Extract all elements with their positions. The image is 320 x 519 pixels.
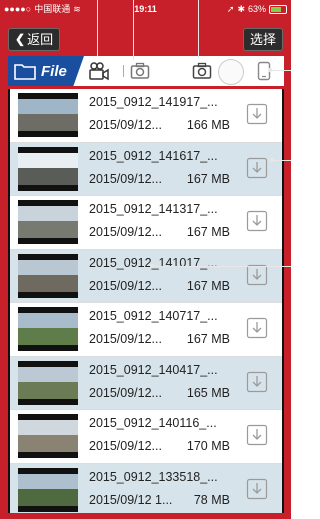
- file-size: 167 MB: [186, 225, 230, 239]
- callout-line: [97, 0, 98, 56]
- download-icon[interactable]: [246, 317, 268, 339]
- file-name: 2015_0912_140116_...: [89, 416, 217, 430]
- file-size: 170 MB: [186, 439, 230, 453]
- download-icon[interactable]: [246, 103, 268, 125]
- video-thumbnail[interactable]: [18, 253, 78, 298]
- callout-line: [152, 266, 291, 267]
- file-size: 166 MB: [186, 118, 230, 132]
- file-name: 2015_0912_140417_...: [89, 362, 218, 377]
- file-date: 2015/09/12...: [89, 278, 162, 293]
- file-size: 165 MB: [186, 385, 230, 400]
- download-icon[interactable]: [246, 478, 268, 500]
- file-size: 78 MB: [193, 492, 230, 507]
- callout-dot: [268, 68, 272, 72]
- callout-dot: [150, 264, 154, 268]
- list-item[interactable]: 2015_0912_141917_... 2015/09/12... 166 MB: [10, 89, 282, 143]
- file-date: 2015/09/12 1...: [89, 492, 173, 507]
- list-item[interactable]: 2015_0912_140116_... 2015/09/12... 170 MB: [10, 410, 282, 464]
- folder-icon: [14, 64, 36, 80]
- list-item[interactable]: 2015_0912_141317_... 2015/09/12... 167 MB: [10, 196, 282, 250]
- select-button[interactable]: 选择: [242, 28, 283, 51]
- video-thumbnail[interactable]: [18, 307, 78, 351]
- file-date: 2015/09/12...: [89, 171, 162, 186]
- file-date: 2015/09/12...: [89, 332, 162, 346]
- app-frame: ●●●●○ 中国联通 ≋ 19:11 ➚ ✱ 63% ❮ 返回 选择 File: [0, 0, 291, 519]
- download-icon[interactable]: [246, 371, 268, 393]
- camera-icon[interactable]: [130, 61, 150, 81]
- location-icon: ➚: [226, 4, 235, 14]
- callout-dot: [270, 158, 274, 162]
- list-item[interactable]: 2015_0912_140417_... 2015/09/12... 165 MB: [10, 356, 282, 410]
- list-item[interactable]: 2015_0912_141017_... 2015/09/12... 167 MB: [10, 249, 282, 303]
- file-name: 2015_0912_141917_...: [89, 95, 218, 109]
- file-name: 2015_0912_141317_...: [89, 202, 218, 216]
- file-name: 2015_0912_133518_...: [89, 469, 218, 484]
- file-date: 2015/09/12...: [89, 385, 162, 400]
- file-name: 2015_0912_141617_...: [89, 148, 218, 163]
- status-right: ➚ ✱ 63%: [227, 0, 287, 18]
- file-size: 167 MB: [186, 171, 230, 186]
- download-icon[interactable]: [246, 210, 268, 232]
- toolbar-divider: [123, 65, 124, 77]
- toggle-button[interactable]: [218, 59, 244, 85]
- list-item[interactable]: 2015_0912_141617_... 2015/09/12... 167 MB: [10, 142, 282, 196]
- list-item[interactable]: 2015_0912_133518_... 2015/09/12 1... 78 MB: [10, 463, 282, 513]
- bluetooth-icon: ✱: [237, 4, 245, 14]
- file-name: 2015_0912_140717_...: [89, 309, 218, 323]
- camera-icon[interactable]: [192, 61, 212, 81]
- back-button[interactable]: ❮ 返回: [8, 28, 61, 51]
- video-thumbnail[interactable]: [18, 200, 78, 244]
- callout-line: [133, 0, 134, 60]
- file-list[interactable]: 2015_0912_141917_... 2015/09/12... 166 MB 2…: [8, 89, 284, 513]
- video-thumbnail[interactable]: [18, 467, 78, 512]
- callout-line: [272, 160, 291, 161]
- callout-line: [198, 0, 199, 58]
- download-icon[interactable]: [246, 157, 268, 179]
- video-thumbnail[interactable]: [18, 414, 78, 458]
- status-bar: ●●●●○ 中国联通 ≋ 19:11 ➚ ✱ 63%: [0, 0, 291, 18]
- video-thumbnail[interactable]: [18, 146, 78, 191]
- file-tab[interactable]: File: [8, 56, 84, 86]
- list-item[interactable]: 2015_0912_140717_... 2015/09/12... 167 MB: [10, 303, 282, 357]
- file-tab-label: File: [41, 62, 67, 80]
- file-date: 2015/09/12...: [89, 225, 162, 239]
- nav-bar: ❮ 返回 选择: [0, 24, 291, 52]
- download-icon[interactable]: [246, 424, 268, 446]
- file-date: 2015/09/12...: [89, 118, 162, 132]
- file-size: 167 MB: [186, 278, 230, 293]
- battery-icon: [269, 4, 287, 14]
- chevron-left-icon: ❮: [15, 32, 26, 46]
- back-label: 返回: [27, 32, 54, 47]
- file-date: 2015/09/12...: [89, 439, 162, 453]
- video-thumbnail[interactable]: [18, 93, 78, 137]
- callout-line: [270, 70, 291, 71]
- file-size: 167 MB: [186, 332, 230, 346]
- video-camera-icon[interactable]: [88, 61, 110, 81]
- video-thumbnail[interactable]: [18, 360, 78, 405]
- toolbar: File: [8, 56, 284, 86]
- battery-percent: 63%: [247, 4, 266, 14]
